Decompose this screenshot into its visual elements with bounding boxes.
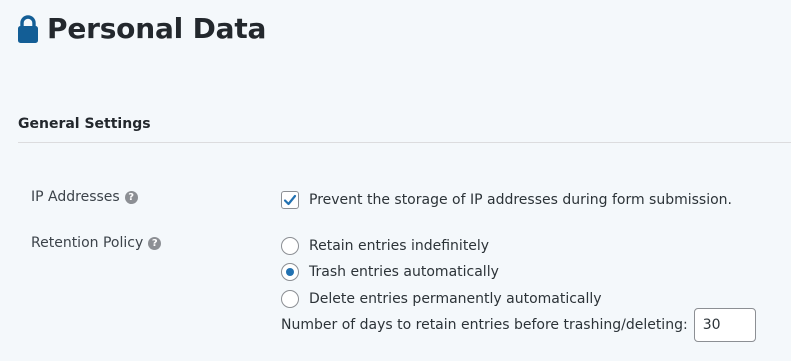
retention-days-row: Number of days to retain entries before … — [281, 308, 756, 342]
ip-addresses-label: IP Addresses — [31, 189, 120, 205]
help-icon[interactable]: ? — [124, 190, 138, 204]
page-header: Personal Data — [17, 12, 266, 45]
radio-delete-label: Delete entries permanently automatically — [309, 291, 602, 307]
page-title: Personal Data — [47, 12, 267, 45]
radio-delete[interactable] — [281, 290, 299, 308]
radio-selected-dot — [286, 268, 294, 276]
retention-option-trash[interactable]: Trash entries automatically — [281, 263, 499, 281]
radio-trash-label: Trash entries automatically — [309, 264, 499, 280]
lock-icon — [18, 14, 38, 43]
radio-retain[interactable] — [281, 237, 299, 255]
radio-retain-label: Retain entries indefinitely — [309, 238, 490, 254]
retention-days-input[interactable] — [693, 308, 756, 342]
retention-option-retain[interactable]: Retain entries indefinitely — [281, 237, 489, 255]
checkmark-icon — [283, 194, 297, 206]
section-divider — [18, 142, 791, 143]
ip-storage-checkbox[interactable] — [281, 191, 299, 209]
retention-option-delete[interactable]: Delete entries permanently automatically — [281, 290, 602, 308]
retention-label-group: Retention Policy ? — [31, 235, 162, 251]
ip-storage-option[interactable]: Prevent the storage of IP addresses duri… — [281, 191, 732, 209]
retention-policy-label: Retention Policy — [31, 235, 144, 251]
help-icon[interactable]: ? — [148, 236, 162, 250]
ip-storage-checkbox-label: Prevent the storage of IP addresses duri… — [309, 192, 733, 208]
ip-addresses-label-group: IP Addresses ? — [31, 189, 138, 205]
retention-days-label: Number of days to retain entries before … — [281, 317, 688, 333]
radio-trash[interactable] — [281, 263, 299, 281]
section-title: General Settings — [18, 116, 151, 132]
